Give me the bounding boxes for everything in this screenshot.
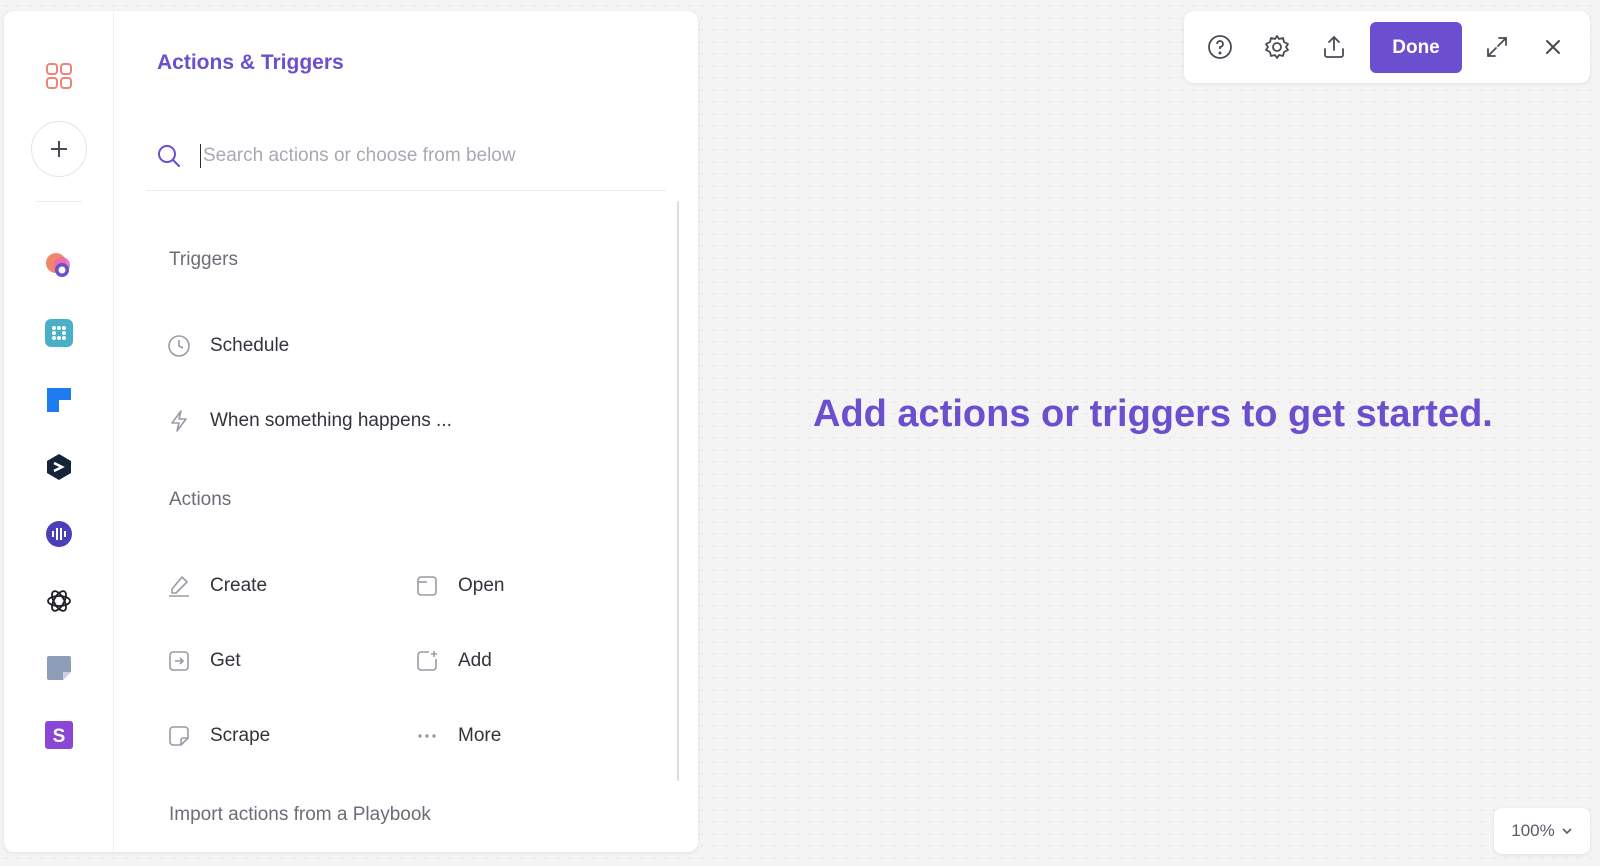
zoom-dropdown[interactable]: 100% bbox=[1494, 808, 1590, 854]
openai-icon[interactable] bbox=[44, 586, 74, 616]
action-create[interactable]: Create bbox=[166, 566, 267, 606]
zoom-level: 100% bbox=[1511, 821, 1555, 840]
triggers-heading: Triggers bbox=[169, 249, 238, 270]
gear-icon[interactable] bbox=[1261, 31, 1293, 63]
import-playbook-link[interactable]: Import actions from a Playbook bbox=[169, 804, 431, 826]
search-input[interactable] bbox=[200, 143, 640, 168]
chevron-down-icon bbox=[1562, 828, 1572, 835]
app-dark-hex-icon[interactable] bbox=[44, 452, 74, 482]
action-add[interactable]: Add bbox=[414, 641, 492, 681]
import-icon bbox=[166, 648, 192, 674]
panel-main: Actions & Triggers Triggers Schedule bbox=[114, 11, 698, 852]
search-icon bbox=[158, 144, 180, 167]
svg-text:S: S bbox=[53, 726, 66, 747]
expand-icon[interactable] bbox=[1481, 31, 1513, 63]
empty-canvas-message: Add actions or triggers to get started. bbox=[813, 393, 1493, 435]
action-scrape-label: Scrape bbox=[210, 725, 271, 746]
app-blue-flag-icon[interactable] bbox=[44, 385, 74, 415]
panel-title: Actions & Triggers bbox=[157, 51, 344, 74]
plus-icon bbox=[51, 141, 67, 157]
help-icon[interactable] bbox=[1204, 31, 1236, 63]
action-open[interactable]: Open bbox=[414, 566, 504, 606]
search-bar bbox=[146, 121, 666, 191]
action-more[interactable]: More bbox=[414, 716, 501, 756]
close-icon[interactable] bbox=[1537, 31, 1569, 63]
trigger-schedule[interactable]: Schedule bbox=[166, 326, 289, 366]
actions-heading: Actions bbox=[169, 489, 232, 510]
trigger-when-label: When something happens ... bbox=[210, 410, 452, 431]
trigger-when-something-happens[interactable]: When something happens ... bbox=[166, 401, 452, 441]
action-create-label: Create bbox=[210, 575, 268, 596]
clock-icon bbox=[166, 333, 192, 359]
pen-icon bbox=[166, 573, 192, 599]
action-open-label: Open bbox=[458, 575, 505, 596]
lightning-icon bbox=[166, 408, 192, 434]
action-more-label: More bbox=[458, 725, 502, 746]
app-teal-grid-icon[interactable] bbox=[44, 318, 74, 348]
note-icon bbox=[166, 723, 192, 749]
scrollbar[interactable] bbox=[677, 201, 679, 781]
actions-triggers-panel: S Actions & Triggers Triggers Schedule bbox=[4, 11, 698, 852]
app-s-icon[interactable]: S bbox=[44, 720, 74, 750]
done-button[interactable]: Done bbox=[1370, 22, 1462, 73]
app-rail: S bbox=[4, 11, 114, 852]
app-gradient-icon[interactable] bbox=[44, 251, 74, 281]
action-scrape[interactable]: Scrape bbox=[166, 716, 270, 756]
action-get[interactable]: Get bbox=[166, 641, 241, 681]
apps-grid-icon[interactable] bbox=[44, 61, 74, 91]
action-add-label: Add bbox=[458, 650, 492, 671]
ellipsis-icon bbox=[414, 723, 440, 749]
top-toolbar: Done bbox=[1184, 11, 1590, 83]
window-icon bbox=[414, 573, 440, 599]
action-get-label: Get bbox=[210, 650, 241, 671]
app-note-icon[interactable] bbox=[44, 653, 74, 683]
rail-divider bbox=[36, 201, 82, 202]
share-icon[interactable] bbox=[1318, 31, 1350, 63]
add-button[interactable] bbox=[31, 121, 87, 177]
app-voice-icon[interactable] bbox=[44, 519, 74, 549]
add-square-icon bbox=[414, 648, 440, 674]
trigger-schedule-label: Schedule bbox=[210, 335, 290, 356]
